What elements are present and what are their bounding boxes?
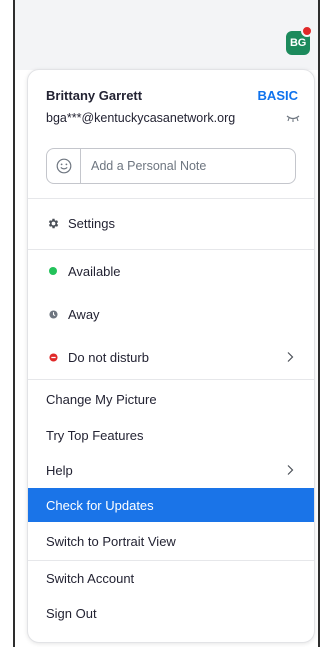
menu-item-label: Change My Picture [46,391,157,407]
menu-item-label: Available [68,263,121,279]
menu-item-check-updates[interactable]: Check for Updates [28,488,314,522]
menu-item-label: Do not disturb [68,349,149,365]
menu-item-label: Switch to Portrait View [46,533,176,549]
menu-item-settings[interactable]: Settings [28,206,314,240]
notification-badge [301,25,313,37]
menu-item-available[interactable]: Available [28,254,314,288]
menu-item-portrait-view[interactable]: Switch to Portrait View [28,524,314,558]
user-email: bga***@kentuckycasanetwork.org [46,111,236,125]
personal-note-input[interactable] [81,149,295,183]
user-name: Brittany Garrett [46,88,143,103]
status-available-icon [49,267,57,275]
chevron-right-icon [287,352,294,362]
menu-item-label: Away [68,306,100,322]
divider [28,379,314,380]
menu-item-help[interactable]: Help [28,453,314,487]
top-bar [15,0,318,70]
personal-note-field[interactable] [46,148,296,184]
emoji-button[interactable] [47,149,81,183]
chevron-right-icon [287,465,294,475]
profile-menu: Brittany Garrett BASIC bga***@kentuckyca… [27,69,315,643]
menu-item-label: Help [46,462,73,478]
menu-item-label: Check for Updates [46,497,154,513]
menu-item-change-picture[interactable]: Change My Picture [28,382,314,416]
menu-item-away[interactable]: Away [28,297,314,331]
eye-closed-icon[interactable] [286,113,300,123]
menu-item-do-not-disturb[interactable]: Do not disturb [28,340,314,374]
menu-item-label: Sign Out [46,605,97,621]
status-dnd-icon [48,352,58,362]
smiley-icon [56,158,71,174]
window-frame-left [13,0,15,647]
divider [28,249,314,250]
status-away-icon [48,309,58,319]
menu-item-label: Try Top Features [46,427,144,443]
divider [28,198,314,199]
menu-item-switch-account[interactable]: Switch Account [28,561,314,595]
menu-item-label: Settings [68,215,115,231]
gear-icon [48,218,58,228]
menu-item-sign-out[interactable]: Sign Out [28,596,314,630]
menu-item-top-features[interactable]: Try Top Features [28,418,314,452]
plan-badge[interactable]: BASIC [258,88,298,103]
menu-item-label: Switch Account [46,570,135,586]
